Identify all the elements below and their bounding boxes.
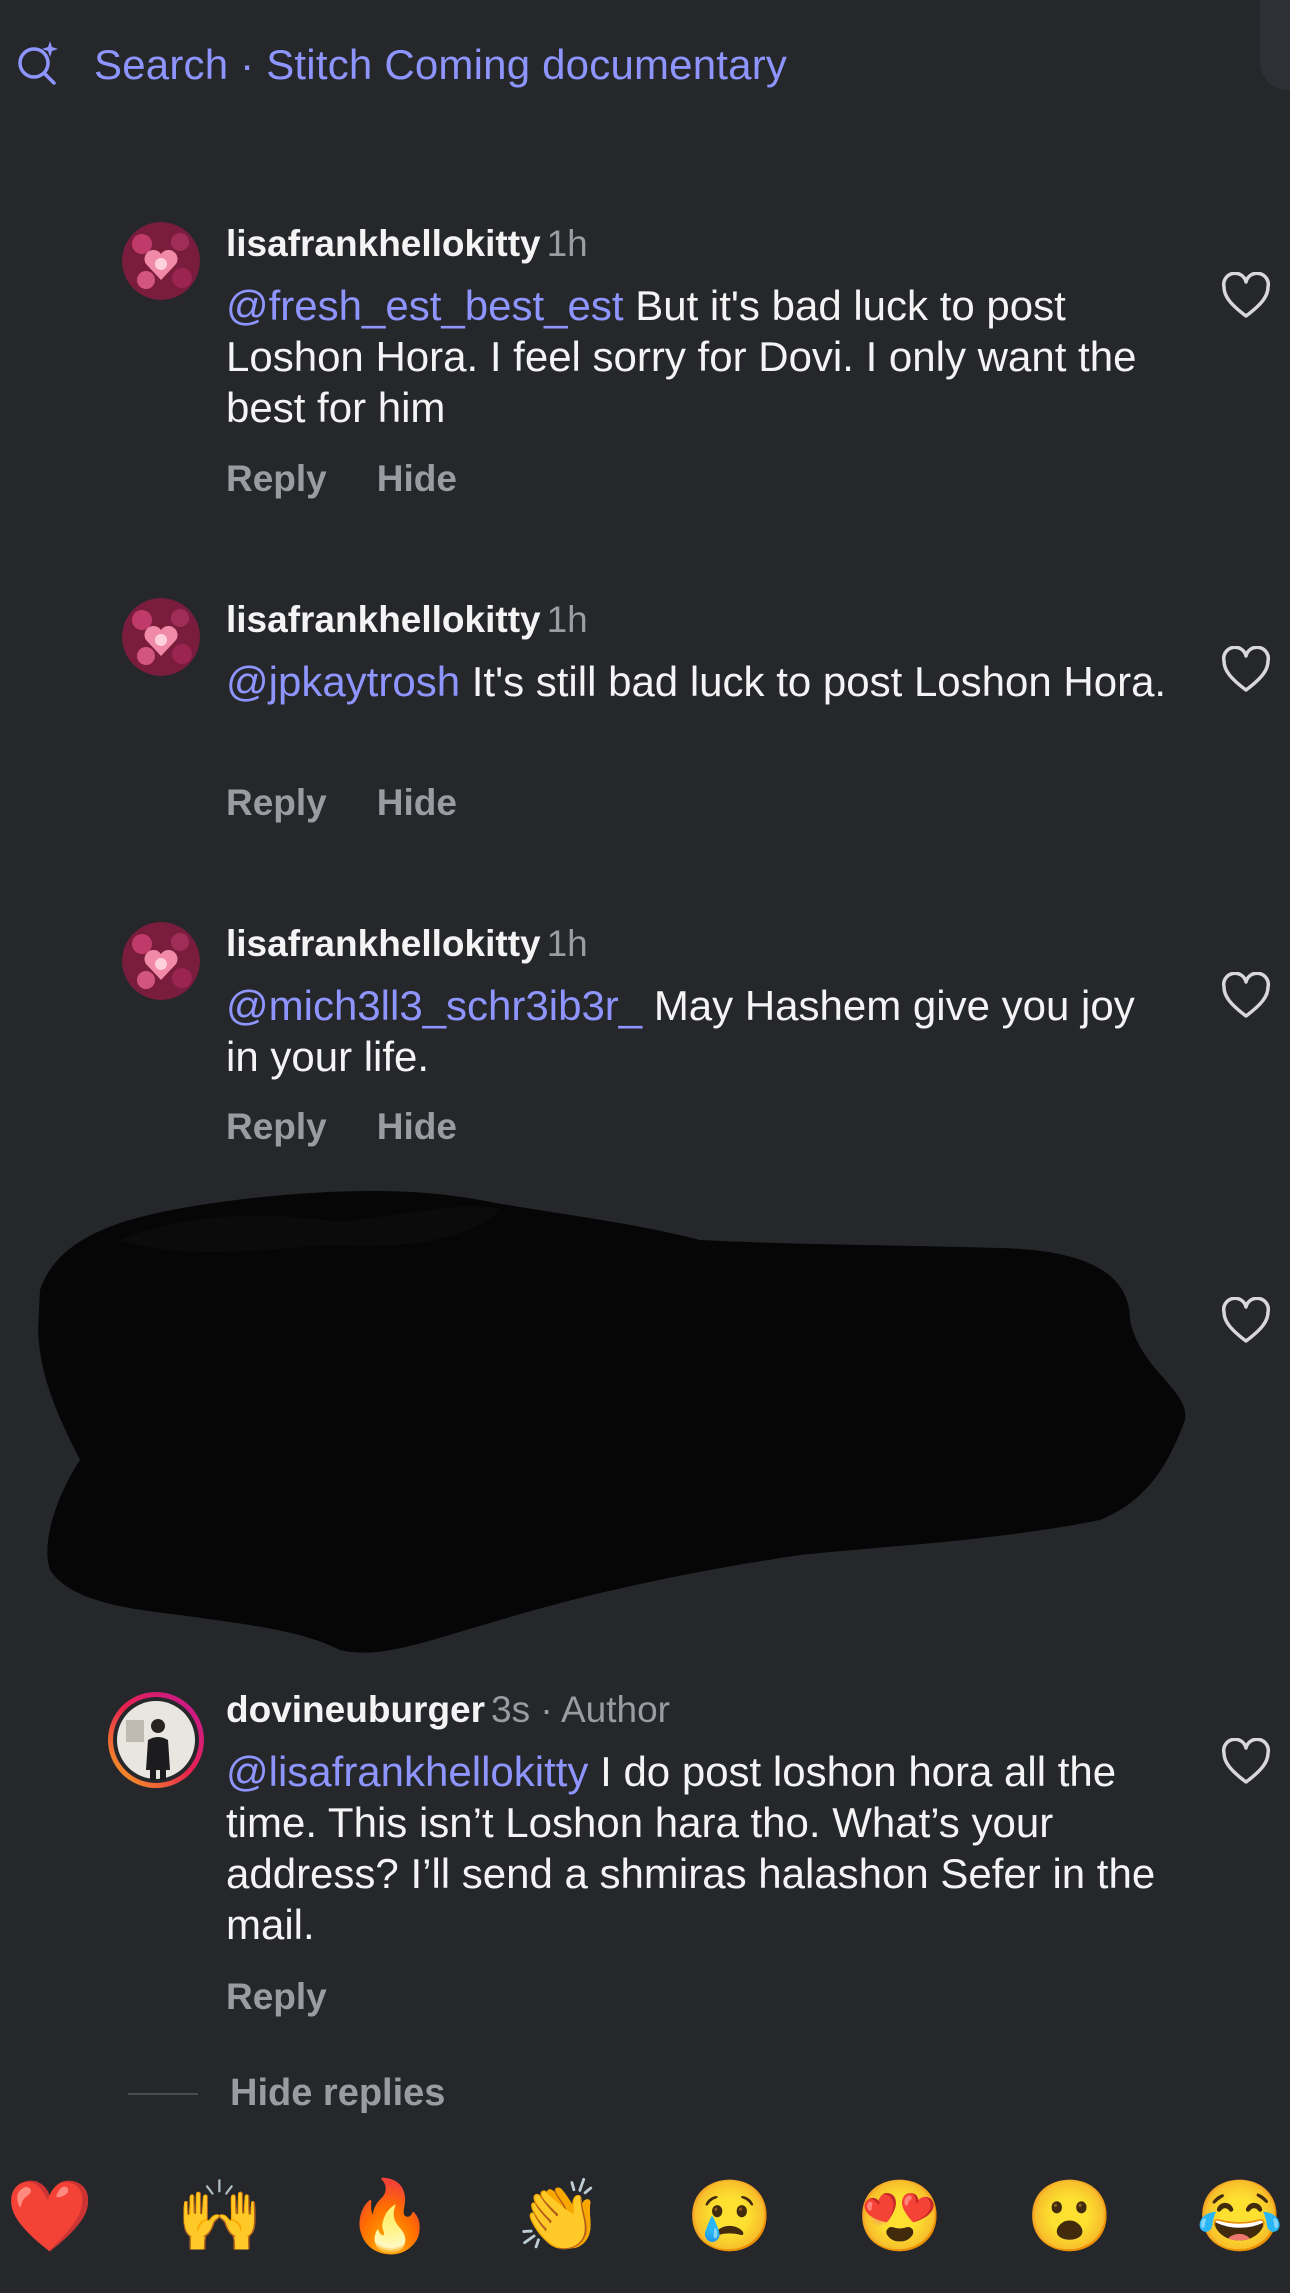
username[interactable]: dovineuburger [226, 1689, 485, 1730]
avatar[interactable] [122, 922, 200, 1000]
mention-link[interactable]: @fresh_est_best_est [226, 282, 624, 329]
hide-replies-label: Hide replies [230, 2072, 446, 2114]
like-button[interactable] [1220, 271, 1272, 320]
heart-outline-icon [1221, 1296, 1271, 1343]
timestamp: 3s [491, 1689, 531, 1730]
like-button[interactable] [1220, 645, 1272, 694]
mention-link[interactable]: @jpkaytrosh [226, 658, 460, 705]
avatar[interactable] [122, 222, 200, 300]
heart-outline-icon [1221, 971, 1271, 1018]
avatar[interactable] [122, 598, 200, 676]
heart-outline-icon [1221, 645, 1271, 692]
comment-actions: Reply [226, 1976, 377, 2018]
comment-text: @fresh_est_best_est But it's bad luck to… [226, 280, 1176, 433]
hide-button[interactable]: Hide [377, 782, 457, 823]
search-query: Stitch Coming documentary [266, 41, 788, 88]
comment-actions: Reply Hide [226, 782, 507, 824]
red-heart-emoji[interactable]: ❤️ [0, 2166, 100, 2266]
heart-eyes-emoji[interactable]: 😍 [850, 2166, 950, 2266]
corner-tab [1260, 0, 1290, 90]
heart-outline-icon [1221, 1737, 1271, 1784]
comment-meta: dovineuburger 3s · Author [226, 1686, 670, 1734]
search-separator: · [240, 41, 255, 88]
search-sparkle-icon [12, 37, 64, 94]
comment-meta: lisafrankhellokitty 1h [226, 596, 588, 644]
thread-line [128, 2092, 198, 2095]
mention-link[interactable]: @mich3ll3_schr3ib3r_ [226, 982, 642, 1029]
like-button[interactable] [1220, 1737, 1272, 1786]
hide-button[interactable]: Hide [377, 1106, 457, 1147]
search-suggestion[interactable]: Search · Stitch Coming documentary [94, 41, 787, 89]
comment-meta: lisafrankhellokitty 1h [226, 220, 588, 268]
hide-button[interactable]: Hide [377, 458, 457, 499]
search-label: Search [94, 41, 229, 88]
comment-text: @lisafrankhellokitty I do post loshon ho… [226, 1746, 1176, 1950]
comment-meta: lisafrankhellokitty 1h [226, 920, 588, 968]
tears-of-joy-emoji[interactable]: 😂 [1190, 2166, 1290, 2266]
author-badge: · Author [530, 1689, 670, 1730]
reply-button[interactable]: Reply [226, 1106, 327, 1147]
clapping-hands-emoji[interactable]: 👏 [510, 2166, 610, 2266]
timestamp: 1h [546, 599, 588, 640]
avatar-story-ring[interactable] [106, 1690, 206, 1790]
username[interactable]: lisafrankhellokitty [226, 923, 541, 964]
fire-emoji[interactable]: 🔥 [340, 2166, 440, 2266]
reply-button[interactable]: Reply [226, 1976, 327, 2017]
surprised-face-emoji[interactable]: 😮 [1020, 2166, 1120, 2266]
raising-hands-emoji[interactable]: 🙌 [170, 2166, 270, 2266]
timestamp: 1h [546, 223, 588, 264]
like-button[interactable] [1220, 971, 1272, 1020]
comment-text: @jpkaytrosh It's still bad luck to post … [226, 656, 1176, 707]
comment-actions: Reply Hide [226, 1106, 507, 1148]
comment-text: @mich3ll3_schr3ib3r_ May Hashem give you… [226, 980, 1176, 1082]
reply-button[interactable]: Reply [226, 782, 327, 823]
heart-outline-icon [1221, 271, 1271, 318]
crying-face-emoji[interactable]: 😢 [680, 2166, 780, 2266]
username[interactable]: lisafrankhellokitty [226, 223, 541, 264]
username[interactable]: lisafrankhellokitty [226, 599, 541, 640]
comment-body: It's still bad luck to post Loshon Hora. [460, 658, 1167, 705]
search-bar[interactable]: Search · Stitch Coming documentary [12, 38, 787, 92]
like-button[interactable] [1220, 1296, 1272, 1345]
comment-actions: Reply Hide [226, 458, 507, 500]
hide-replies-toggle[interactable]: Hide replies [128, 2072, 445, 2115]
reply-button[interactable]: Reply [226, 458, 327, 499]
emoji-reaction-bar: ❤️ 🙌 🔥 👏 😢 😍 😮 😂 [0, 2166, 1290, 2266]
timestamp: 1h [546, 923, 588, 964]
mention-link[interactable]: @lisafrankhellokitty [226, 1748, 588, 1795]
